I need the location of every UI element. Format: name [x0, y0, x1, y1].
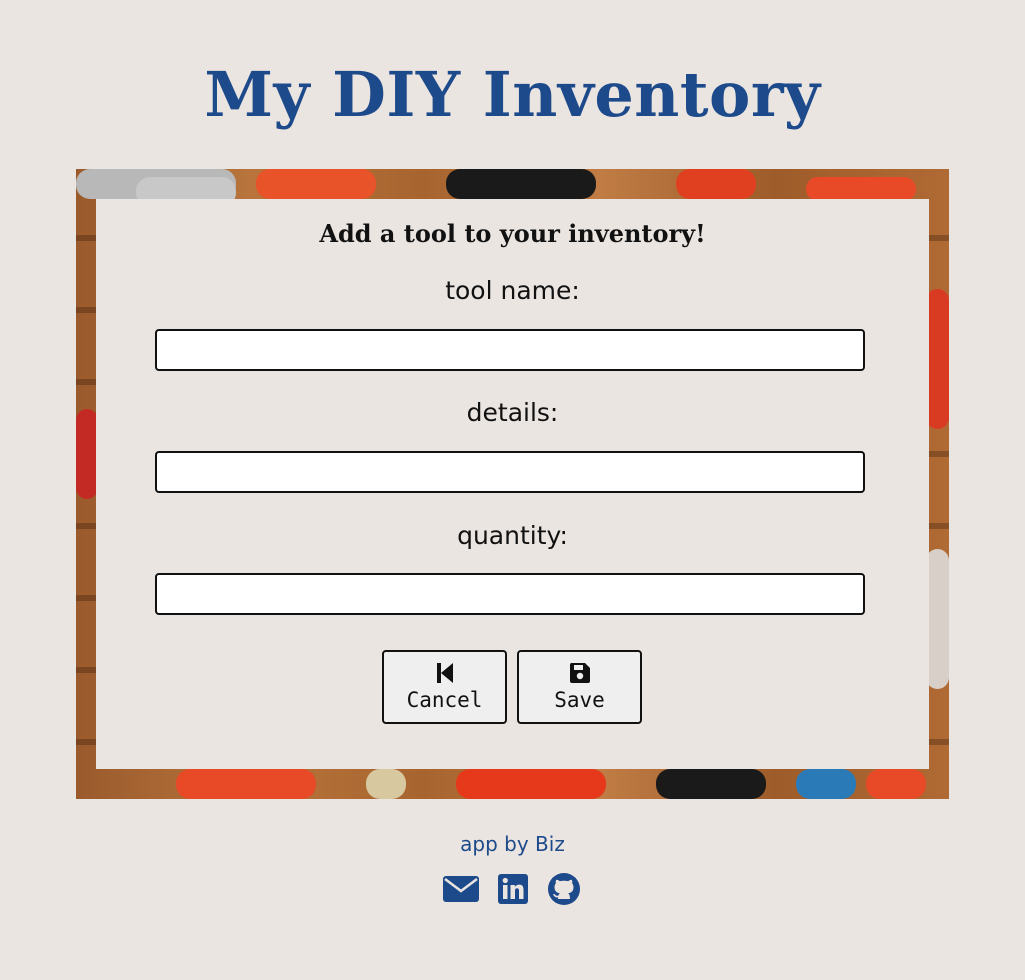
github-link[interactable]: [546, 870, 582, 908]
quantity-label: quantity:: [457, 521, 568, 550]
details-input[interactable]: [155, 451, 865, 493]
linkedin-link[interactable]: [497, 870, 529, 908]
add-tool-form: Add a tool to your inventory! tool name:…: [96, 199, 929, 769]
quantity-input[interactable]: [155, 573, 865, 615]
cancel-label: Cancel: [406, 688, 483, 712]
linkedin-icon: [498, 874, 528, 904]
details-label: details:: [466, 398, 559, 427]
save-label: Save: [554, 688, 605, 712]
tool-name-input[interactable]: [155, 329, 865, 371]
form-heading: Add a tool to your inventory!: [319, 219, 706, 248]
footer-credit: app by Biz: [460, 832, 565, 856]
step-backward-icon: [436, 663, 453, 683]
page-title: My DIY Inventory: [204, 58, 821, 131]
envelope-icon: [443, 876, 479, 902]
tool-name-label: tool name:: [445, 276, 580, 305]
save-button[interactable]: Save: [517, 650, 642, 724]
cancel-button[interactable]: Cancel: [382, 650, 507, 724]
email-link[interactable]: [443, 870, 479, 908]
floppy-disk-icon: [569, 663, 590, 683]
github-icon: [548, 873, 580, 905]
